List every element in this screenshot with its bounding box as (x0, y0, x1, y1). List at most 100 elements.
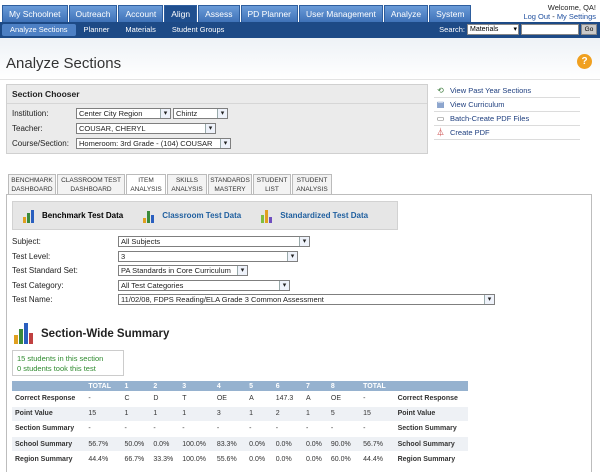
bar-chart-icon (143, 209, 157, 223)
test-level-label: Test Level: (12, 252, 51, 261)
report-tab-line2: LIST (265, 186, 279, 193)
bar-chart-icon (23, 209, 37, 223)
table-cell: - (213, 421, 247, 438)
subnav-analyze-sections[interactable]: Analyze Sections (2, 24, 76, 36)
link-separator: - (550, 12, 557, 21)
table-cell: 147.3 (272, 391, 303, 407)
subject-select[interactable]: All Subjects (118, 236, 310, 247)
column-header: 2 (150, 381, 180, 391)
classroom-test-data-label: Classroom Test Data (162, 211, 242, 220)
report-tab-line2: MASTERY (214, 186, 246, 193)
report-tab-benchmark-dashboard[interactable]: BENCHMARK DASHBOARD (8, 174, 56, 194)
table-cell: 44.4% (360, 451, 395, 468)
sub-navigation: Analyze Sections Planner Materials Student … (0, 22, 600, 38)
standard-set-row: Test Standard Set: PA Standards in Core … (12, 265, 250, 276)
report-tab-classroom-test-dashboard[interactable]: CLASSROOM TEST DASHBOARD (57, 174, 125, 194)
nav-tab-account[interactable]: Account (118, 5, 164, 22)
table-row: Region Summary 44.4% 66.7% 33.3% 100.0% 55.6%… (12, 451, 468, 468)
institution-label: Institution: (12, 109, 49, 118)
nav-tab-align[interactable]: Align (164, 5, 198, 22)
row-label: Region Summary (394, 451, 468, 468)
nav-tab-pd-planner[interactable]: PD Planner (240, 5, 298, 22)
search-scope-select[interactable]: Materials (467, 24, 519, 35)
action-batch-create-pdf-files[interactable]: ▭ Batch-Create PDF Files (434, 112, 580, 126)
table-cell: 60.0% (327, 451, 361, 468)
student-count-box: 15 students in this section 0 students t… (12, 350, 124, 376)
table-row: Point Value 15 1 1 1 3 1 2 1 5 15 Point Value (12, 406, 468, 422)
report-tab-line1: STUDENT (296, 177, 328, 184)
main-nav: My Schoolnet Outreach Account Align Assess PD… (2, 5, 472, 22)
action-view-curriculum[interactable]: ▤ View Curriculum (434, 98, 580, 112)
table-cell: 55.6% (213, 451, 247, 468)
history-icon: ⟲ (437, 86, 444, 95)
subnav-student-groups[interactable]: Student Groups (164, 24, 233, 36)
nav-tab-outreach[interactable]: Outreach (68, 5, 118, 22)
test-name-select[interactable]: 11/02/08, FDPS Reading/ELA Grade 3 Commo… (118, 294, 495, 305)
report-tab-skills-analysis[interactable]: SKILLS ANALYSIS (167, 174, 207, 194)
report-tab-item-analysis[interactable]: ITEM ANALYSIS (126, 174, 166, 194)
summary-header: Section-Wide Summary (14, 322, 169, 344)
column-header: TOTAL (85, 381, 122, 391)
subnav-materials[interactable]: Materials (117, 24, 163, 36)
standard-set-select[interactable]: PA Standards in Core Curriculum (118, 265, 248, 276)
action-view-past-year-sections[interactable]: ⟲ View Past Year Sections (434, 84, 580, 98)
action-label: Create PDF (450, 128, 490, 137)
nav-tab-analyze[interactable]: Analyze (383, 5, 429, 22)
my-settings-link[interactable]: My Settings (557, 12, 596, 21)
table-cell: - (179, 421, 214, 438)
teacher-row: Teacher: COUSAR, CHERYL (12, 123, 218, 134)
search-go-button[interactable]: Go (581, 24, 597, 35)
table-cell: 1 (246, 406, 273, 422)
report-tab-standards-mastery[interactable]: STANDARDS MASTERY (208, 174, 252, 194)
table-cell: - (360, 421, 395, 438)
report-tab-line2: ANALYSIS (130, 186, 162, 193)
report-tab-student-analysis[interactable]: STUDENT ANALYSIS (292, 174, 332, 194)
row-label: Section Summary (394, 421, 468, 438)
table-cell: C (121, 391, 151, 407)
classroom-test-data-button[interactable]: Classroom Test Data (143, 209, 241, 223)
column-header (394, 381, 468, 391)
standardized-test-data-button[interactable]: Standardized Test Data (261, 209, 368, 223)
course-select[interactable]: Homeroom: 3rd Grade - (104) COUSAR (76, 138, 231, 149)
row-label: Section Summary (12, 421, 86, 438)
row-label: Correct Response (12, 391, 86, 407)
table-cell: - (121, 421, 151, 438)
school-select[interactable]: Chintz (173, 108, 228, 119)
table-cell: 0.0% (302, 436, 328, 453)
table-cell: 0.0% (302, 451, 328, 468)
table-cell: 83.3% (213, 436, 247, 453)
nav-tab-user-management[interactable]: User Management (298, 5, 383, 22)
nav-tab-system[interactable]: System (429, 5, 472, 22)
test-level-row: Test Level: 3 (12, 251, 300, 262)
table-cell: 0.0% (150, 436, 180, 453)
teacher-select[interactable]: COUSAR, CHERYL (76, 123, 216, 134)
help-icon[interactable]: ? (577, 54, 592, 69)
table-cell: OE (327, 391, 361, 407)
column-header: 1 (121, 381, 151, 391)
nav-tab-my-schoolnet[interactable]: My Schoolnet (2, 5, 68, 22)
table-cell: 0.0% (246, 436, 273, 453)
table-cell: 15 (85, 406, 122, 422)
logout-link[interactable]: Log Out (523, 12, 550, 21)
section-chooser-heading: Section Chooser (7, 85, 427, 104)
report-tab-student-list[interactable]: STUDENT LIST (253, 174, 291, 194)
summary-table: TOTAL 1 2 3 4 5 6 7 8 TOTAL Correct Response - C D T O… (12, 381, 468, 468)
action-create-pdf[interactable]: ⏃ Create PDF (434, 126, 580, 140)
table-cell: 56.7% (85, 436, 122, 453)
institution-row: Institution: Center City Region Chintz (12, 108, 230, 119)
search-input[interactable] (521, 24, 579, 35)
institution-select[interactable]: Center City Region (76, 108, 171, 119)
action-label: View Past Year Sections (450, 86, 532, 95)
subnav-planner[interactable]: Planner (76, 24, 118, 36)
test-category-select[interactable]: All Test Categories (118, 280, 290, 291)
row-label: School Summary (394, 436, 468, 453)
row-label: Correct Response (394, 391, 468, 407)
test-level-select[interactable]: 3 (118, 251, 298, 262)
table-cell: 3 (213, 406, 247, 422)
row-label: Point Value (12, 406, 86, 422)
report-tab-line1: STANDARDS (210, 177, 250, 184)
title-bar: Analyze Sections ? (0, 38, 600, 80)
benchmark-test-data-button[interactable]: Benchmark Test Data (23, 209, 123, 223)
row-label: School Summary (12, 436, 86, 453)
nav-tab-assess[interactable]: Assess (198, 5, 240, 22)
